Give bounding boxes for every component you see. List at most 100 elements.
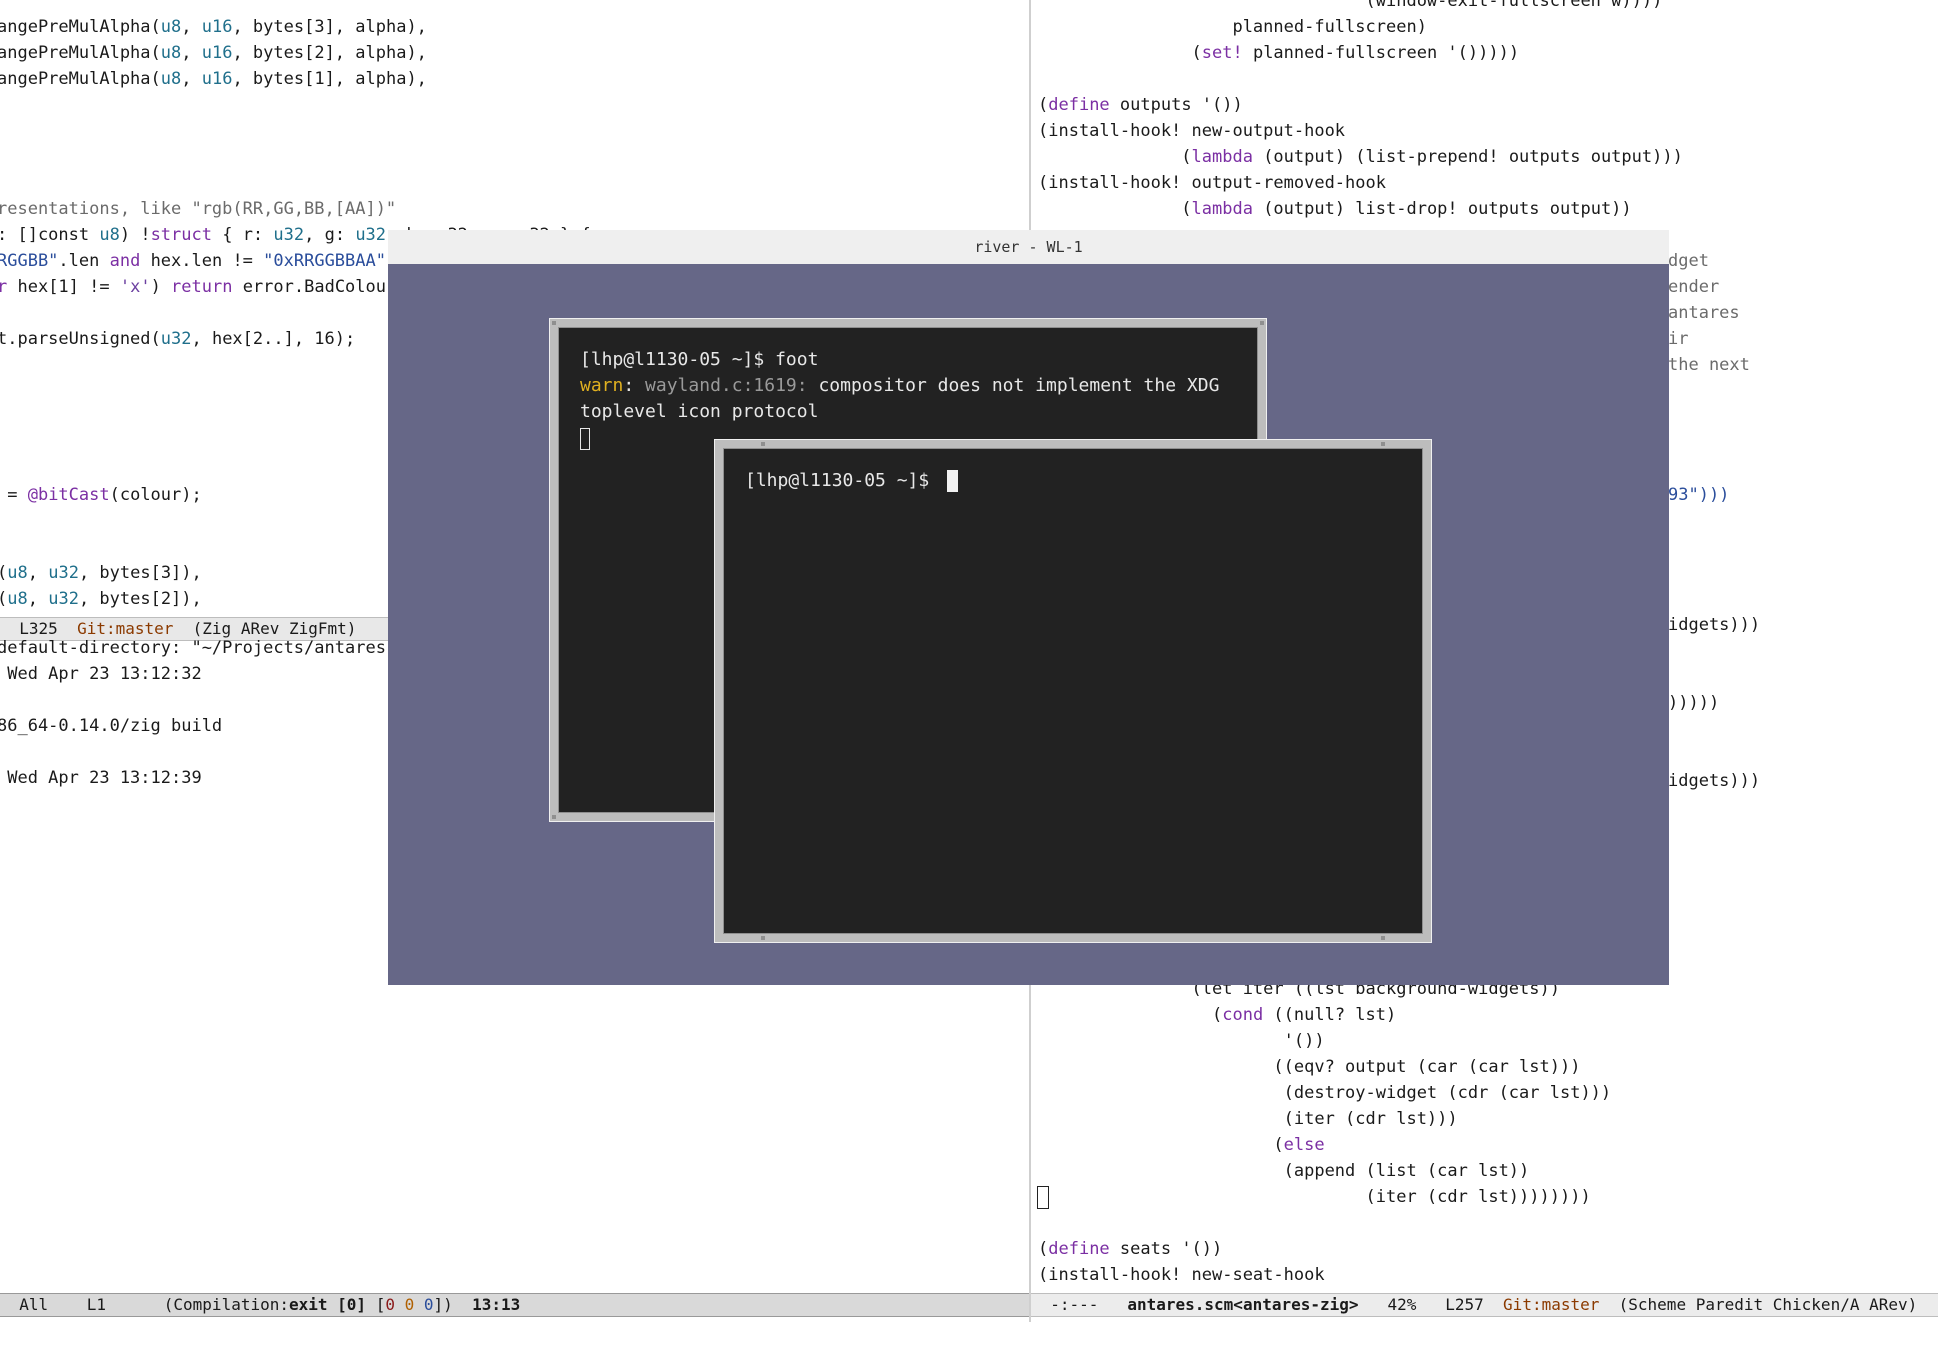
code-token: u32: [48, 563, 79, 583]
compilation-line: Wed Apr 23 13:12:39: [0, 768, 202, 788]
code-token: ,: [27, 589, 49, 609]
code-token: RGGBB": [0, 251, 59, 271]
code-token: u16: [201, 43, 233, 63]
code-token: angePreMulAlpha(: [0, 69, 161, 89]
code-token: (: [1038, 1005, 1223, 1025]
code-token: ,: [27, 563, 49, 583]
code-line: (lambda (output) (list-prepend! outputs …: [1038, 144, 1683, 170]
code-line-fragment: antares: [1668, 303, 1740, 323]
code-token: @bitCast: [27, 485, 110, 505]
code-token: ((eqv? output (car (car lst))): [1038, 1057, 1581, 1077]
code-token: return: [171, 277, 233, 297]
code-token: : []const: [0, 225, 100, 245]
code-line: (u8, u32, bytes[3]),: [0, 560, 202, 586]
code-token: outputs '()): [1109, 95, 1243, 115]
modeline-error-count: 0: [385, 1295, 395, 1314]
code-line: (set! planned-fullscreen '())))): [1038, 40, 1520, 66]
code-line-fragment: idgets))): [1668, 615, 1761, 635]
modeline-buffer-name: antares.scm<antares-zig>: [1127, 1295, 1359, 1314]
code-line: (install-hook! new-seat-hook: [1038, 1262, 1325, 1288]
code-token: =: [0, 485, 28, 505]
border-nub: [1381, 936, 1385, 940]
modeline-compilation: All L1 (Compilation:exit [0] [0 0 0]) 13…: [0, 1293, 1030, 1317]
code-token: (: [1038, 147, 1192, 167]
code-token: u32: [355, 225, 387, 245]
code-token: u8: [160, 17, 182, 37]
code-token: (: [1038, 199, 1192, 219]
modeline-exit-status: exit [0]: [289, 1295, 367, 1314]
code-line: (install-hook! output-removed-hook: [1038, 170, 1386, 196]
terminal-command: foot: [775, 349, 819, 370]
modeline-line: L257: [1445, 1295, 1484, 1314]
river-nested-window[interactable]: river - WL-1 [lhp@l1130-05 ~]$ foot warn…: [388, 230, 1669, 985]
code-token: , hex[2..], 16);: [191, 329, 356, 349]
code-token: angePreMulAlpha(: [0, 17, 161, 37]
code-line: (destroy-widget (cdr (car lst))): [1038, 1080, 1612, 1106]
terminal-prompt: [lhp@l1130-05 ~]$: [580, 349, 776, 370]
modeline-counts-close: ]): [433, 1295, 453, 1314]
warn-separator: :: [623, 375, 646, 396]
code-line: angePreMulAlpha(u8, u16, bytes[2], alpha…: [0, 40, 427, 66]
code-token: (output) list-drop! outputs output)): [1252, 199, 1632, 219]
code-line: (define outputs '()): [1038, 92, 1243, 118]
code-line: angePreMulAlpha(u8, u16, bytes[1], alpha…: [0, 66, 427, 92]
terminal-line: [lhp@l1130-05 ~]$ foot: [580, 347, 818, 373]
code-token: (output) (list-prepend! outputs output))…: [1252, 147, 1683, 167]
code-token: u32: [160, 329, 192, 349]
code-line: planned-fullscreen): [1038, 14, 1427, 40]
code-token: u8: [160, 69, 182, 89]
modeline-position: All: [19, 1295, 49, 1314]
code-line-fragment: ender: [1668, 277, 1720, 297]
code-token: , bytes[3]),: [78, 563, 202, 583]
code-line-fragment: dget: [1668, 251, 1709, 271]
code-token: (colour);: [109, 485, 202, 505]
code-line: ((eqv? output (car (car lst))): [1038, 1054, 1580, 1080]
modeline-warning-count: 0: [404, 1295, 415, 1314]
text-cursor: [1037, 1186, 1049, 1209]
code-line: '()): [1038, 1028, 1325, 1054]
code-token: define: [1048, 1239, 1110, 1259]
modeline-line: L1: [86, 1295, 106, 1314]
code-token: u16: [201, 17, 233, 37]
code-line: (append (list (car lst)): [1038, 1158, 1530, 1184]
code-line-fragment: idgets))): [1668, 771, 1761, 791]
code-line: angePreMulAlpha(u8, u16, bytes[3], alpha…: [0, 14, 427, 40]
code-token: hex.len !=: [140, 251, 264, 271]
code-token: error.BadColour: [232, 277, 397, 297]
code-token: u32: [273, 225, 305, 245]
modeline-info-count: 0: [423, 1295, 434, 1314]
code-token: (install-hook! new-seat-hook: [1038, 1265, 1325, 1285]
code-token: t.parseUnsigned(: [0, 329, 161, 349]
code-token: planned-fullscreen): [1038, 17, 1427, 37]
code-token: ,: [181, 69, 202, 89]
code-line-fragment: the next: [1668, 355, 1750, 375]
code-token: .len: [58, 251, 110, 271]
code-line: (lambda (output) list-drop! outputs outp…: [1038, 196, 1632, 222]
code-token: u16: [201, 69, 233, 89]
river-titlebar[interactable]: river - WL-1: [388, 230, 1669, 265]
code-token: '()): [1038, 1031, 1325, 1051]
terminal-prompt: [lhp@l1130-05 ~]$: [745, 470, 941, 491]
code-line: (else: [1038, 1132, 1325, 1158]
terminal-cursor: [947, 470, 958, 492]
code-line: (cond ((null? lst): [1038, 1002, 1396, 1028]
code-token: (: [1038, 43, 1202, 63]
warn-message-cont: toplevel icon protocol: [580, 401, 819, 422]
modeline-counts-open: [: [375, 1295, 386, 1314]
code-token: lambda: [1191, 199, 1253, 219]
modeline-state: -:---: [1050, 1295, 1099, 1314]
code-token: else: [1283, 1135, 1325, 1155]
border-nub: [552, 815, 556, 819]
terminal-line: [lhp@l1130-05 ~]$: [745, 468, 940, 494]
terminal-window-front[interactable]: [lhp@l1130-05 ~]$: [715, 440, 1431, 942]
code-token: (: [1038, 1239, 1049, 1259]
modeline-mode: (Compilation:: [163, 1295, 289, 1314]
border-nub: [1381, 442, 1385, 446]
river-desktop[interactable]: [lhp@l1130-05 ~]$ foot warn: wayland.c:1…: [388, 264, 1669, 985]
modeline-scheme: -:--- antares.scm<antares-zig> 42% L257 …: [1031, 1293, 1938, 1317]
code-token: ,: [181, 43, 202, 63]
code-token: (install-hook! new-output-hook: [1038, 121, 1346, 141]
modeline-git: Git:master: [1503, 1295, 1600, 1314]
code-token: (append (list (car lst)): [1038, 1161, 1530, 1181]
code-line: r hex[1] != 'x') return error.BadColour: [0, 274, 396, 300]
